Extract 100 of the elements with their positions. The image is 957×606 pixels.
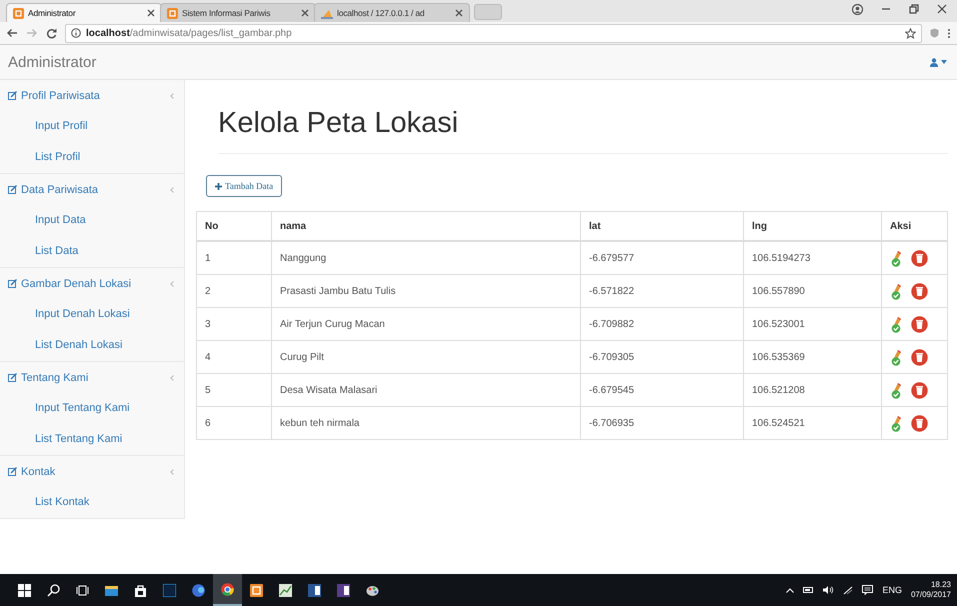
trash-icon[interactable] — [911, 414, 928, 432]
browser-tab[interactable]: localhost / 127.0.0.1 / ad — [314, 3, 470, 22]
sidebar-group[interactable]: Data Pariwisata — [0, 174, 184, 205]
table-cell: 1 — [196, 241, 272, 274]
pencil-icon[interactable] — [890, 250, 902, 266]
table-cell: 106.521208 — [744, 374, 882, 406]
sidebar-item[interactable]: Input Data — [0, 205, 184, 236]
trash-icon[interactable] — [911, 316, 928, 332]
sidebar-group[interactable]: Kontak — [0, 456, 184, 487]
app-icon — [167, 8, 178, 18]
close-icon[interactable] — [147, 9, 155, 17]
clock[interactable]: 18.23 07/09/2017 — [910, 580, 951, 600]
address-field[interactable]: localhost/adminwisata/pages/list_gambar.php — [65, 24, 922, 42]
table-cell: 5 — [196, 374, 272, 406]
pencil-icon[interactable] — [890, 348, 902, 366]
url-text: localhost/adminwisata/pages/list_gambar.php — [86, 28, 292, 38]
sidebar-group[interactable]: Gambar Denah Lokasi — [0, 268, 184, 299]
trash-icon[interactable] — [911, 348, 928, 366]
edit-icon — [8, 91, 17, 100]
user-menu-button[interactable] — [930, 58, 947, 66]
chevron-icon — [170, 280, 174, 286]
chrome-icon[interactable] — [221, 582, 234, 596]
page-title: Kelola Peta Lokasi — [218, 107, 948, 154]
shopping-bag-icon[interactable] — [134, 584, 147, 596]
column-header: lng — [744, 212, 882, 241]
table-cell: Desa Wisata Malasari — [272, 374, 580, 406]
table-cell: Nanggung — [272, 241, 580, 274]
chevron-icon — [170, 374, 174, 380]
sidebar-item[interactable]: List Tentang Kami — [0, 424, 184, 455]
trash-icon[interactable] — [911, 282, 928, 300]
sidebar-group[interactable]: Profil Pariwisata — [0, 80, 184, 111]
language-indicator[interactable]: ENG — [882, 585, 902, 595]
app-icon[interactable] — [163, 584, 176, 596]
globe-icon[interactable] — [192, 584, 205, 596]
browser-tab[interactable]: Administrator — [6, 3, 162, 22]
sidebar-item[interactable]: Input Profil — [0, 111, 184, 142]
sidebar-group[interactable]: Tentang Kami — [0, 362, 184, 393]
browser-tab[interactable]: Sistem Informasi Pariwis — [160, 3, 316, 22]
table-cell: -6.706935 — [580, 406, 744, 440]
menu-icon[interactable] — [947, 28, 951, 38]
table-cell: -6.679545 — [580, 374, 744, 406]
document-icon[interactable] — [308, 584, 321, 596]
table-cell: 2 — [196, 274, 272, 308]
palette-icon[interactable] — [366, 584, 379, 596]
table-cell: 106.523001 — [744, 308, 882, 340]
close-icon[interactable] — [455, 9, 463, 17]
chevron-up-icon[interactable] — [786, 588, 794, 592]
edit-icon — [8, 373, 17, 382]
pencil-icon[interactable] — [890, 414, 902, 432]
column-header: Aksi — [882, 212, 948, 241]
table-cell: Prasasti Jambu Batu Tulis — [272, 274, 580, 308]
table-cell: Curug Pilt — [272, 340, 580, 374]
edit-icon — [8, 467, 17, 476]
pencil-icon[interactable] — [890, 382, 902, 398]
pencil-icon[interactable] — [890, 316, 902, 332]
app-icon[interactable] — [250, 584, 263, 596]
sidebar-item[interactable]: List Kontak — [0, 487, 184, 518]
table-cell: 106.535369 — [744, 340, 882, 374]
table-cell: 106.524521 — [744, 406, 882, 440]
app-icon[interactable] — [337, 584, 350, 596]
add-data-button[interactable]: Tambah Data — [206, 175, 282, 197]
chevron-icon — [170, 468, 174, 474]
restore-icon[interactable] — [909, 4, 919, 14]
pencil-icon[interactable] — [890, 282, 902, 300]
table-cell: -6.679577 — [580, 241, 744, 274]
battery-icon[interactable] — [803, 587, 814, 593]
network-icon[interactable] — [843, 586, 854, 594]
speaker-icon[interactable] — [823, 586, 834, 594]
table-cell: 3 — [196, 308, 272, 340]
notification-icon[interactable] — [862, 585, 874, 595]
search-icon[interactable] — [47, 584, 60, 596]
caret-icon — [941, 60, 947, 64]
chevron-icon — [170, 186, 174, 192]
sidebar-item[interactable]: List Data — [0, 236, 184, 267]
sidebar-item[interactable]: Input Denah Lokasi — [0, 299, 184, 330]
table-cell: 106.5194273 — [744, 241, 882, 274]
user-icon — [930, 58, 938, 66]
close-icon[interactable] — [937, 4, 947, 14]
table-cell: kebun teh nirmala — [272, 406, 580, 440]
table-cell: 6 — [196, 406, 272, 440]
task-view-icon[interactable] — [76, 584, 89, 596]
sidebar-item[interactable]: List Profil — [0, 142, 184, 173]
sidebar-item[interactable]: Input Tentang Kami — [0, 393, 184, 424]
windows-icon[interactable] — [18, 584, 31, 596]
brand-title[interactable]: Administrator — [8, 54, 96, 70]
reload-icon[interactable] — [46, 28, 57, 38]
trash-icon[interactable] — [911, 250, 928, 266]
app-icon — [13, 8, 24, 18]
sidebar-item[interactable]: List Denah Lokasi — [0, 330, 184, 361]
star-icon[interactable] — [905, 28, 916, 38]
user-icon[interactable] — [852, 4, 863, 14]
back-icon[interactable] — [6, 28, 18, 38]
plus-icon — [215, 182, 222, 190]
chart-icon[interactable] — [279, 584, 292, 596]
table-cell: -6.709882 — [580, 308, 744, 340]
close-icon[interactable] — [301, 9, 309, 17]
column-header: No — [196, 212, 272, 241]
folder-icon[interactable] — [105, 584, 118, 596]
trash-icon[interactable] — [911, 382, 928, 398]
table-cell: 4 — [196, 340, 272, 374]
